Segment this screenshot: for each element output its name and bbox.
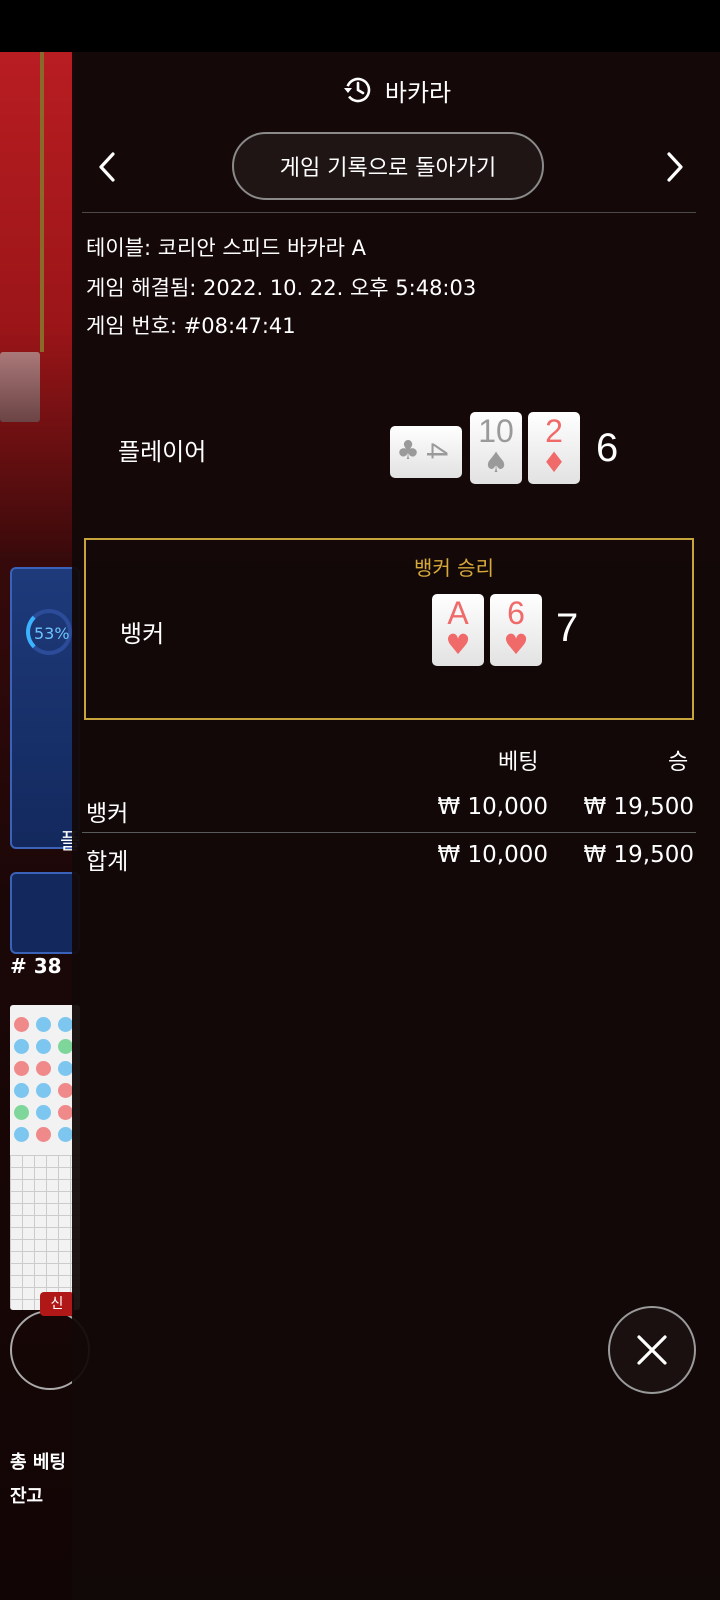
background-total-bet-label: 총 베팅 [10,1452,66,1473]
next-game-button[interactable] [658,147,692,187]
back-to-history-button[interactable]: 게임 기록으로 돌아가기 [232,132,544,200]
roadmap-dot [14,1127,29,1142]
player-score: 6 [596,426,619,470]
roadmap-dot [14,1039,29,1054]
banker-hand-label: 뱅커 [120,620,165,648]
background-percent-text: 53% [34,624,70,643]
divider [82,212,696,213]
bet-column-header: 베팅 [498,750,539,775]
banker-card-2: 6 ♥ [490,594,542,666]
chevron-right-icon [667,152,683,182]
game-history-detail-panel: 바카라 게임 기록으로 돌아가기 테이블: 코리안 스피드 바카라 A 게임 해… [72,52,720,1600]
player-card-3: 2 ♦ [528,412,580,484]
panel-header: 바카라 [72,70,720,110]
roadmap-dot [14,1017,29,1032]
roadmap-grid [10,1155,80,1310]
background-roadmap [10,1005,80,1310]
roadmap-dot [36,1083,51,1098]
winner-label: 뱅커 승리 [414,556,494,580]
roadmap-dot [58,1017,73,1032]
bet-row-amount: ₩ 10,000 [437,794,548,820]
roadmap-dot [58,1105,73,1120]
roadmap-dot [58,1039,73,1054]
close-button[interactable] [608,1306,696,1394]
total-label: 합계 [86,849,129,875]
roadmap-dot [36,1105,51,1120]
background-secondary-panel [10,872,80,954]
roadmap-dot [14,1105,29,1120]
banker-score: 7 [556,606,579,650]
history-icon [341,74,373,106]
panel-title: 바카라 [384,78,452,107]
card-suit: ♥ [503,628,529,661]
card-rank: A [447,595,469,631]
chevron-left-icon [99,152,115,182]
background-player-bet-panel: 53% 플 [10,567,80,855]
roadmap-dot [36,1061,51,1076]
background-table-frame [40,52,75,352]
banker-card-1: A ♥ [432,594,484,666]
roadmap-dot [58,1127,73,1142]
card-rank: 10 [478,413,514,449]
banker-hand-box: 뱅커 승리 뱅커 A ♥ 6 ♥ 7 [84,538,694,720]
card-suit: ♠ [483,446,509,479]
win-column-header: 승 [668,750,689,775]
roadmap-dot [36,1127,51,1142]
bet-row-win: ₩ 19,500 [583,794,694,820]
divider [82,832,696,833]
roadmap-dot [36,1039,51,1054]
total-bet-amount: ₩ 10,000 [437,842,548,868]
card-rank: 4 [420,442,453,460]
roadmap-dot [58,1061,73,1076]
game-number: 게임 번호: #08:47:41 [86,314,296,338]
card-suit: ♦ [541,446,567,479]
status-bar [0,0,720,52]
background-balance-label: 잔고 [10,1486,44,1507]
game-resolved-time: 게임 해결됨: 2022. 10. 22. 오후 5:48:03 [86,276,477,300]
player-card-2: 10 ♠ [470,412,522,484]
bet-row-name: 뱅커 [86,801,129,827]
player-hand-label: 플레이어 [118,438,207,466]
roadmap-dot [36,1017,51,1032]
background-round-number: # 38 [10,954,62,978]
card-suit: ♣ [396,436,420,466]
total-win-amount: ₩ 19,500 [583,842,694,868]
card-rank: 6 [507,595,525,631]
table-name: 테이블: 코리안 스피드 바카라 A [86,236,366,260]
roadmap-dot [58,1083,73,1098]
card-suit: ♥ [445,628,471,661]
player-card-1: 4 ♣ [390,426,462,478]
card-rank: 2 [545,413,563,449]
roadmap-dot [14,1083,29,1098]
previous-game-button[interactable] [90,147,124,187]
close-icon [637,1335,667,1365]
background-new-badge: 신 [40,1292,74,1316]
roadmap-dot [14,1061,29,1076]
background-card-shoe [0,352,40,422]
